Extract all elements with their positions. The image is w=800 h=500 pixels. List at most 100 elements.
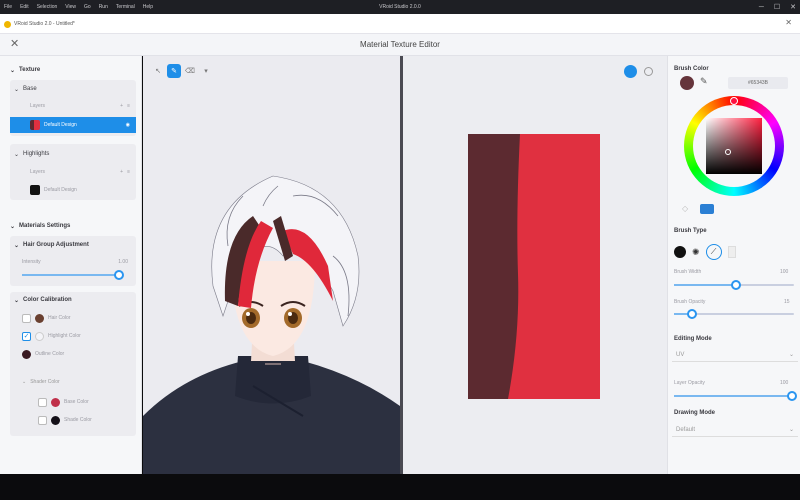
color-calibration-row[interactable]: ✓ Highlight Color <box>22 330 81 342</box>
eraser-tool-icon[interactable]: ⌫ <box>183 64 197 78</box>
editing-mode-label: Editing Mode <box>674 336 712 342</box>
hard-brush-icon[interactable] <box>674 246 686 258</box>
slider-handle[interactable] <box>114 270 124 280</box>
editor-header: ✕ Material Texture Editor <box>0 34 800 56</box>
texture-image[interactable] <box>468 134 600 399</box>
brush-settings-panel: Brush Color ✎ #65343B ◇ Brush Type ✺ ⟋ B… <box>667 56 800 474</box>
maximize-button[interactable]: ☐ <box>774 3 780 11</box>
intensity-label: Intensity <box>22 259 41 265</box>
drawing-mode-dropdown[interactable]: Default ⌄ <box>672 423 798 437</box>
menu-icon[interactable]: ≡ <box>127 169 130 175</box>
hue-handle[interactable] <box>730 97 738 105</box>
intensity-slider[interactable] <box>22 270 124 280</box>
layer-visibility-icon[interactable]: ◉ <box>126 122 130 128</box>
app-icon <box>4 20 11 28</box>
base-layer-row: Default Design ◉ <box>30 119 130 131</box>
highlights-section-header[interactable]: ⌄ Highlights <box>14 148 49 160</box>
palette-icon[interactable] <box>700 204 714 214</box>
soft-brush-icon[interactable]: ✺ <box>692 247 700 258</box>
checkbox[interactable] <box>38 397 47 407</box>
base-section-header[interactable]: ⌄ Base <box>14 83 37 95</box>
slider-fill <box>674 284 737 286</box>
color-calibration-header[interactable]: ⌄ Color Calibration <box>14 294 72 306</box>
color-swatch[interactable] <box>35 331 44 341</box>
slider-handle[interactable] <box>787 391 797 401</box>
texture-canvas-view[interactable] <box>403 56 667 474</box>
document-tab[interactable]: VRoid Studio 2.0 - Untitled* <box>4 18 75 30</box>
hair-group-header[interactable]: ⌄ Hair Group Adjustment <box>14 239 89 251</box>
color-calibration-row-label: Hair Color <box>48 315 71 321</box>
brush-opacity-value: 15 <box>784 299 790 305</box>
os-title-bar: File Edit Selection View Go Run Terminal Help V… <box>0 0 800 14</box>
chevron-down-icon: ⌄ <box>10 223 16 230</box>
document-tab-label: VRoid Studio 2.0 - Untitled* <box>14 21 75 27</box>
brush-tool-icon[interactable]: ✎ <box>167 64 181 78</box>
intensity-value: 1.00 <box>118 259 128 265</box>
menu-icon[interactable]: ≡ <box>127 103 130 109</box>
highlights-layers-row: Layers + ≡ <box>30 166 130 178</box>
chevron-down-icon: ⌄ <box>14 242 20 249</box>
recent-color-icon[interactable]: ◇ <box>682 204 688 213</box>
window-title: VRoid Studio 2.0.0 <box>379 4 421 10</box>
color-swatch[interactable] <box>35 313 44 323</box>
select-tool-icon[interactable]: ↖ <box>151 64 165 78</box>
color-swatch[interactable] <box>22 349 31 359</box>
chevron-down-icon: ⌄ <box>14 86 20 93</box>
materials-section-header[interactable]: ⌄ Materials Settings <box>10 220 70 232</box>
drawing-mode-value: Default <box>676 426 696 433</box>
brush-width-slider[interactable] <box>674 280 794 290</box>
brush-width-value: 100 <box>780 269 789 275</box>
shader-color-row[interactable]: Base Color <box>38 396 89 408</box>
add-layer-icon[interactable]: + <box>120 169 123 175</box>
materials-header-label: Materials Settings <box>19 223 71 229</box>
character-preview <box>143 175 400 474</box>
color-calibration-row[interactable]: Outline Color <box>22 348 64 360</box>
shader-color-row[interactable]: Shade Color <box>38 414 92 426</box>
brush-width-label: Brush Width <box>674 269 702 275</box>
saturation-value-square[interactable] <box>706 118 762 174</box>
layer-opacity-slider[interactable] <box>674 391 797 401</box>
checkbox[interactable] <box>22 313 31 323</box>
color-picker-handle[interactable] <box>725 149 731 155</box>
base-header-label: Base <box>23 86 37 92</box>
pen-brush-icon[interactable]: ⟋ <box>705 244 722 260</box>
color-calibration-row-label: Outline Color <box>35 351 65 357</box>
editing-mode-dropdown[interactable]: UV ⌄ <box>672 348 798 362</box>
minimize-button[interactable]: ─ <box>759 4 764 11</box>
add-layer-icon[interactable]: + <box>120 103 123 109</box>
editor-title: Material Texture Editor <box>360 40 440 49</box>
color-swatch[interactable] <box>51 397 60 407</box>
brush-opacity-slider[interactable] <box>674 309 794 319</box>
viewport-toolbar: ↖ ✎ ⌫ ▾ <box>151 64 213 80</box>
color-swatch[interactable] <box>51 415 60 425</box>
checkbox[interactable]: ✓ <box>22 331 31 341</box>
chevron-down-icon: ⌄ <box>788 427 794 433</box>
model-viewport[interactable]: ↖ ✎ ⌫ ▾ <box>143 56 400 474</box>
checkbox[interactable] <box>38 415 47 425</box>
color-calibration-row[interactable]: Hair Color <box>22 312 71 324</box>
current-color-swatch[interactable] <box>680 76 694 90</box>
chevron-down-icon: ⌄ <box>22 379 27 385</box>
slider-handle[interactable] <box>731 280 742 290</box>
shader-color-header[interactable]: ⌄ Shader Color <box>22 376 60 388</box>
base-layers-label: Layers <box>30 103 46 109</box>
hex-color-input[interactable]: #65343B <box>728 77 788 89</box>
uv-view-button[interactable] <box>624 65 637 78</box>
eyedropper-icon[interactable]: ✎ <box>700 76 708 87</box>
texture-section-header[interactable]: ⌄ Texture <box>10 64 40 76</box>
view-options-button[interactable] <box>644 67 653 76</box>
brush-type-options: ✺ ⟋ <box>674 244 736 260</box>
chevron-down-icon: ⌄ <box>14 297 20 304</box>
drawing-mode-label: Drawing Mode <box>674 410 716 416</box>
fill-tool-icon[interactable]: ▾ <box>199 64 213 78</box>
hair-group-label: Hair Group Adjustment <box>23 242 89 248</box>
chevron-down-icon: ⌄ <box>788 352 794 358</box>
slider-fill <box>22 274 119 276</box>
close-window-button[interactable]: ✕ <box>790 3 796 11</box>
layer-opacity-value: 100 <box>780 380 789 386</box>
color-calibration-row-label: Highlight Color <box>48 333 81 339</box>
highlights-layer-item[interactable]: Default Design <box>30 184 130 196</box>
slider-handle[interactable] <box>687 309 697 319</box>
custom-brush-icon[interactable] <box>727 246 736 258</box>
close-icon[interactable]: ✕ <box>785 18 792 27</box>
